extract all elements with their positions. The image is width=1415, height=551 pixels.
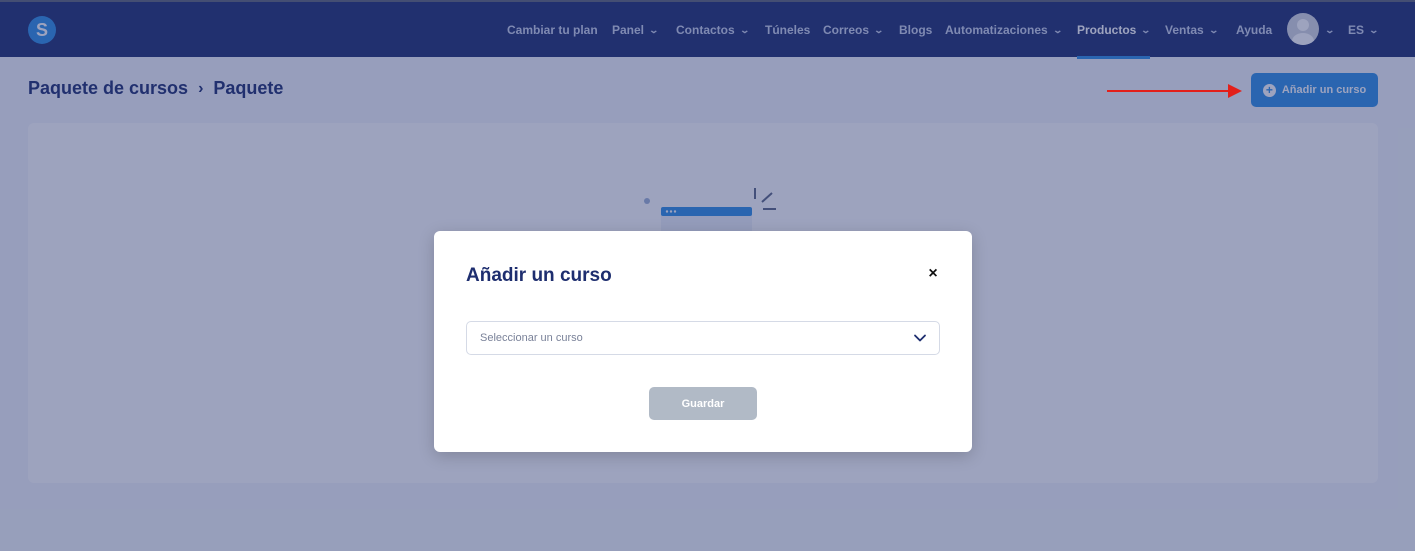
close-icon[interactable]: × bbox=[925, 266, 941, 282]
save-button[interactable]: Guardar bbox=[649, 387, 757, 420]
save-button-label: Guardar bbox=[681, 397, 725, 410]
course-select[interactable]: Seleccionar un curso bbox=[466, 321, 940, 355]
modal-title: Añadir un curso bbox=[466, 265, 612, 286]
red-arrow-annotation bbox=[1107, 84, 1242, 98]
add-course-modal: Añadir un curso × Seleccionar un curso G… bbox=[434, 231, 972, 452]
course-select-placeholder: Seleccionar un curso bbox=[480, 332, 583, 344]
chevron-down-icon bbox=[914, 334, 926, 342]
